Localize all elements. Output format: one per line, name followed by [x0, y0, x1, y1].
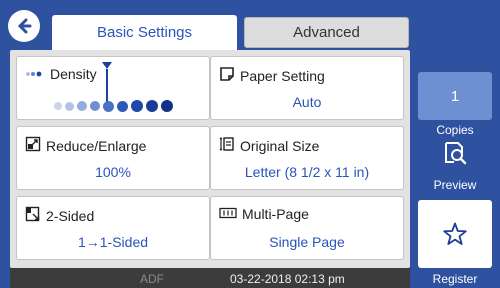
original-size-tile[interactable]: Original Size Letter (8 1/2 x 11 in) [210, 126, 404, 190]
density-dot [145, 100, 158, 112]
status-bar: ADF 03-22-2018 02:13 pm [10, 268, 410, 288]
paper-setting-tile[interactable]: Paper Setting Auto [210, 56, 404, 120]
density-tile[interactable]: Density [16, 56, 210, 120]
original-size-value: Letter (8 1/2 x 11 in) [244, 164, 370, 180]
density-dot [160, 100, 173, 112]
paper-setting-value: Auto [292, 94, 322, 110]
register-button[interactable] [418, 200, 492, 268]
register-label: Register [432, 272, 478, 286]
multi-page-value: Single Page [269, 234, 345, 250]
density-scale[interactable] [17, 100, 209, 112]
paper-icon [219, 66, 235, 85]
tab-advanced[interactable]: Advanced [244, 17, 409, 48]
density-dot [64, 101, 74, 111]
density-dot [76, 101, 87, 111]
copies-value: 1 [450, 87, 460, 105]
back-arrow-icon [18, 18, 32, 34]
reduce-enlarge-value: 100% [95, 164, 131, 180]
reduce-enlarge-label: Reduce/Enlarge [46, 137, 147, 154]
datetime-display: 03-22-2018 02:13 pm [230, 272, 345, 286]
adf-indicator: ADF [140, 272, 164, 286]
resize-icon [25, 136, 41, 155]
reduce-enlarge-tile[interactable]: Reduce/Enlarge 100% [16, 126, 210, 190]
multi-page-label: Multi-Page [242, 206, 309, 222]
back-button[interactable] [8, 10, 40, 42]
settings-panel: Density Paper Setting Auto Reduce/Enlarg… [10, 50, 410, 268]
original-size-icon [219, 136, 235, 155]
density-dot [102, 100, 114, 112]
multi-page-tile[interactable]: Multi-Page Single Page [210, 196, 404, 260]
density-dot [130, 100, 143, 112]
multi-page-icon [219, 206, 237, 222]
two-sided-tile[interactable]: 2-Sided 1→1-Sided [16, 196, 210, 260]
copy-settings-screen: Basic Settings Advanced Density Paper Se… [0, 0, 500, 288]
paper-setting-label: Paper Setting [240, 67, 325, 84]
density-dot [116, 100, 128, 112]
preview-button[interactable]: Preview [418, 135, 492, 193]
copies-input[interactable]: 1 [418, 72, 492, 120]
tab-basic-settings[interactable]: Basic Settings [52, 15, 237, 50]
density-icon [25, 66, 45, 82]
star-icon [443, 222, 467, 245]
density-dot [53, 102, 62, 110]
preview-label: Preview [433, 178, 477, 192]
density-level-marker [102, 62, 112, 69]
two-sided-value: 1→1-Sided [77, 234, 149, 250]
density-label: Density [50, 66, 97, 82]
two-sided-label: 2-Sided [46, 207, 95, 224]
two-sided-icon [25, 206, 41, 225]
original-size-label: Original Size [240, 137, 320, 154]
density-dot [89, 101, 100, 111]
preview-icon [445, 142, 467, 165]
